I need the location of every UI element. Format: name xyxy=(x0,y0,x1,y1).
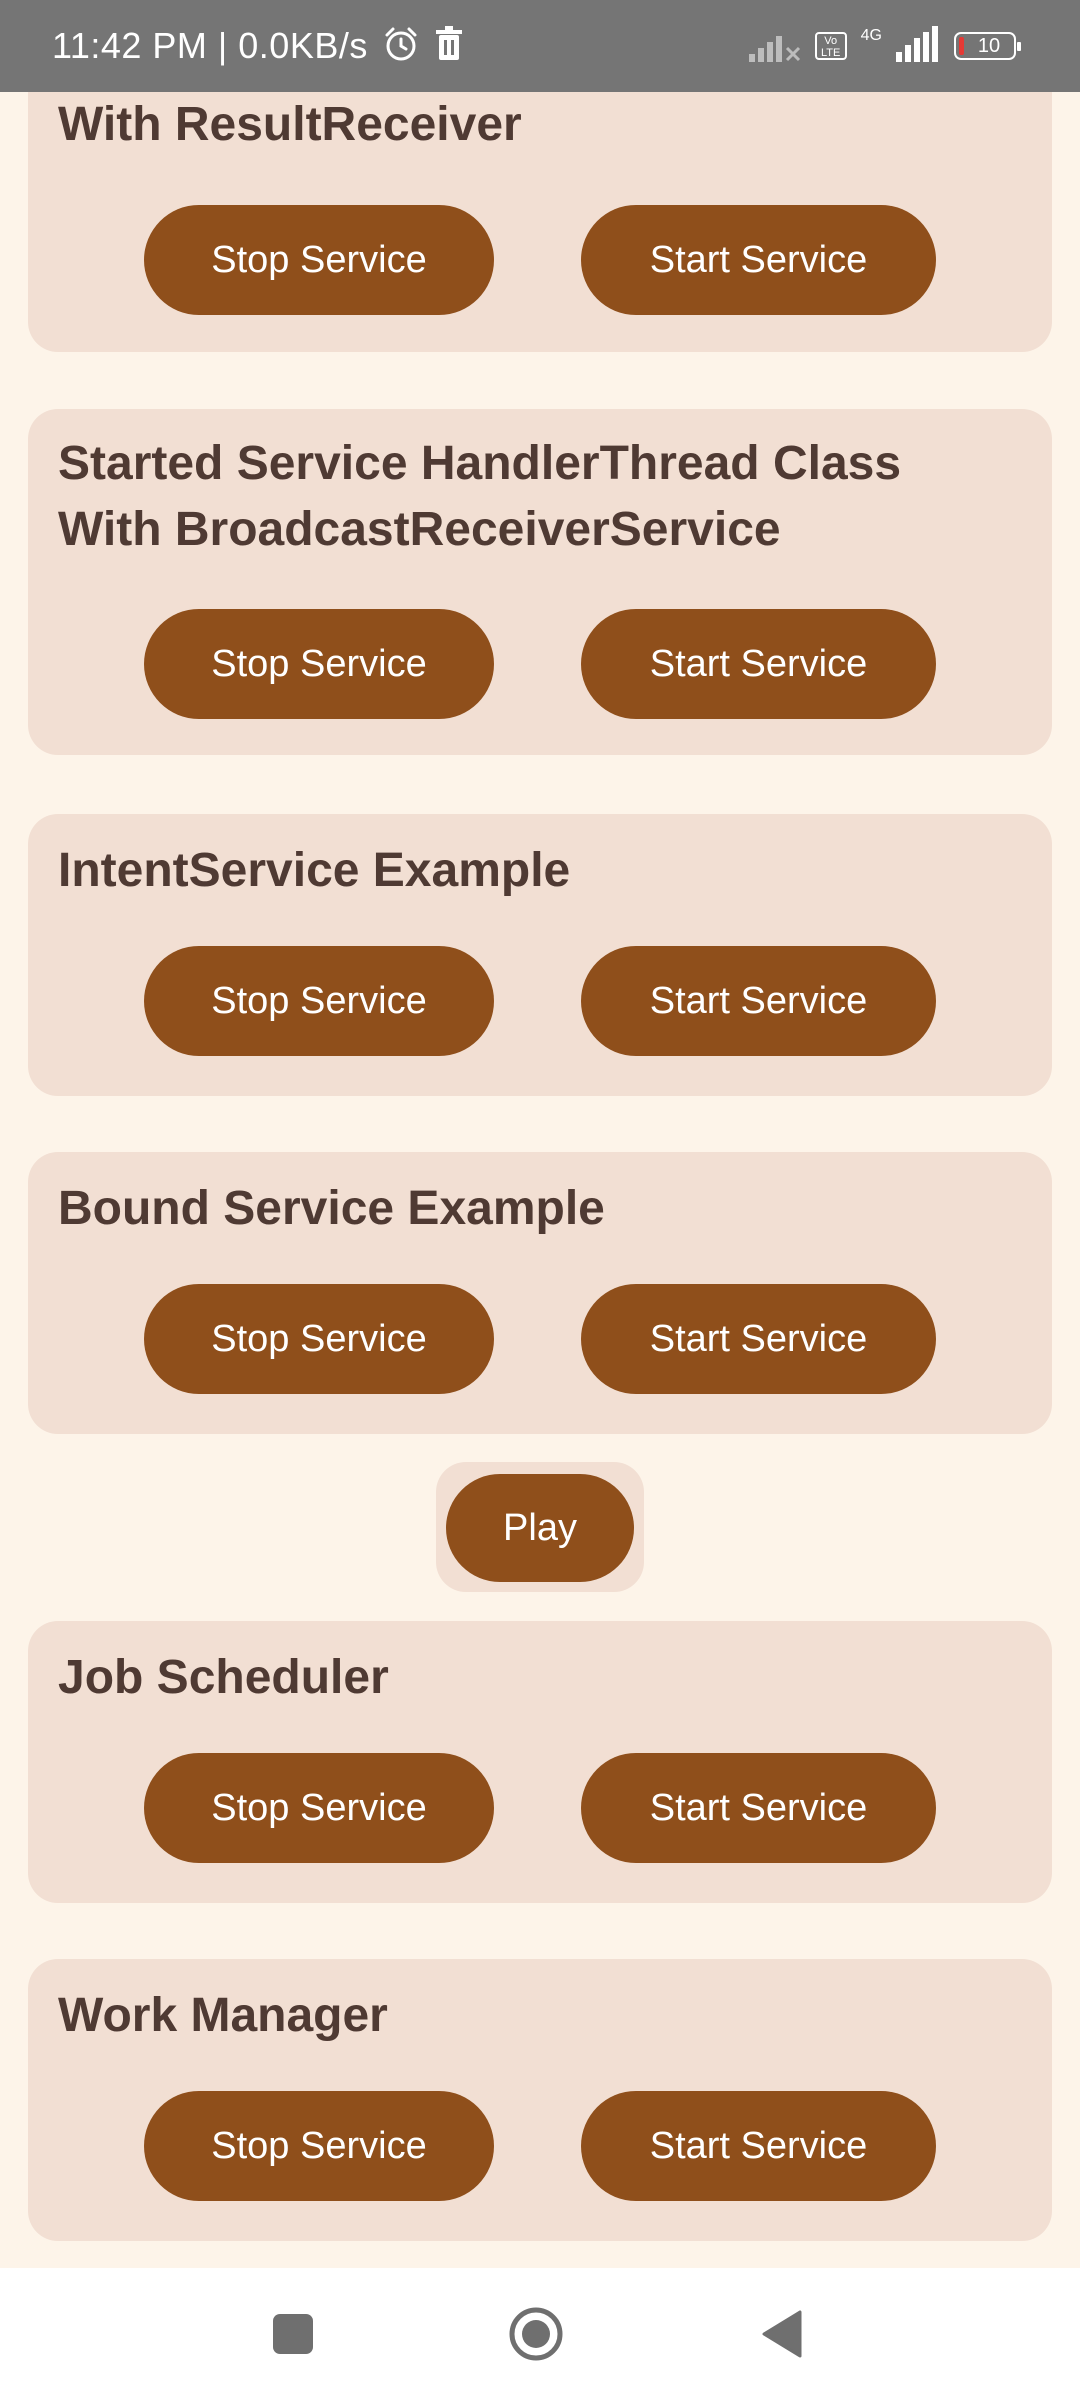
home-circle-icon[interactable] xyxy=(506,2304,566,2364)
card-title: Job Scheduler xyxy=(58,1651,389,1704)
battery-level: 10 xyxy=(977,34,1001,57)
stop-service-button[interactable]: Stop Service xyxy=(144,205,494,315)
start-service-button[interactable]: Start Service xyxy=(581,2091,936,2201)
stop-service-button[interactable]: Stop Service xyxy=(144,946,494,1056)
stop-service-button[interactable]: Stop Service xyxy=(144,1284,494,1394)
navigation-bar xyxy=(0,2268,1080,2400)
signal-icon xyxy=(748,26,801,67)
card-title: IntentService Example xyxy=(58,844,571,897)
status-bar: 11:42 PM | 0.0KB/s Vo LTE 4G 10 xyxy=(0,0,1080,92)
card-bound-service: Bound Service Example Stop Service Start… xyxy=(28,1152,1052,1434)
volte-icon: Vo LTE xyxy=(814,32,847,60)
start-service-button[interactable]: Start Service xyxy=(581,1753,936,1863)
card-job-scheduler: Job Scheduler Stop Service Start Service xyxy=(28,1621,1052,1903)
service-list[interactable]: With ResultReceiver Stop Service Start S… xyxy=(0,92,1080,2268)
delete-icon xyxy=(434,25,464,67)
status-left: 11:42 PM | 0.0KB/s xyxy=(52,0,464,92)
network-type-label: 4G xyxy=(860,27,882,44)
card-intent-service: IntentService Example Stop Service Start… xyxy=(28,814,1052,1096)
battery-fill xyxy=(959,37,964,55)
recents-square-icon[interactable] xyxy=(263,2304,323,2364)
card-title: Bound Service Example xyxy=(58,1182,605,1235)
stop-service-button[interactable]: Stop Service xyxy=(144,1753,494,1863)
battery-icon: 10 xyxy=(954,32,1021,60)
card-title: Work Manager xyxy=(58,1989,388,2042)
card-handler-thread: Started Service HandlerThread Class With… xyxy=(28,409,1052,755)
status-right: Vo LTE 4G 10 xyxy=(748,0,1021,92)
card-title-line1: Started Service HandlerThread Class xyxy=(58,437,902,490)
card-title-line2: With BroadcastReceiverService xyxy=(58,503,781,556)
signal-full-icon xyxy=(896,25,940,67)
stop-service-button[interactable]: Stop Service xyxy=(144,2091,494,2201)
start-service-button[interactable]: Start Service xyxy=(581,205,936,315)
start-service-button[interactable]: Start Service xyxy=(581,946,936,1056)
play-container: Play xyxy=(436,1462,644,1592)
card-result-receiver: With ResultReceiver Stop Service Start S… xyxy=(28,92,1052,352)
back-triangle-icon[interactable] xyxy=(752,2304,812,2364)
start-service-button[interactable]: Start Service xyxy=(581,1284,936,1394)
card-title: With ResultReceiver xyxy=(58,98,522,151)
status-time-speed: 11:42 PM | 0.0KB/s xyxy=(52,25,368,66)
start-service-button[interactable]: Start Service xyxy=(581,609,936,719)
alarm-icon xyxy=(382,25,420,68)
card-work-manager: Work Manager Stop Service Start Service xyxy=(28,1959,1052,2241)
stop-service-button[interactable]: Stop Service xyxy=(144,609,494,719)
play-button[interactable]: Play xyxy=(446,1474,634,1582)
